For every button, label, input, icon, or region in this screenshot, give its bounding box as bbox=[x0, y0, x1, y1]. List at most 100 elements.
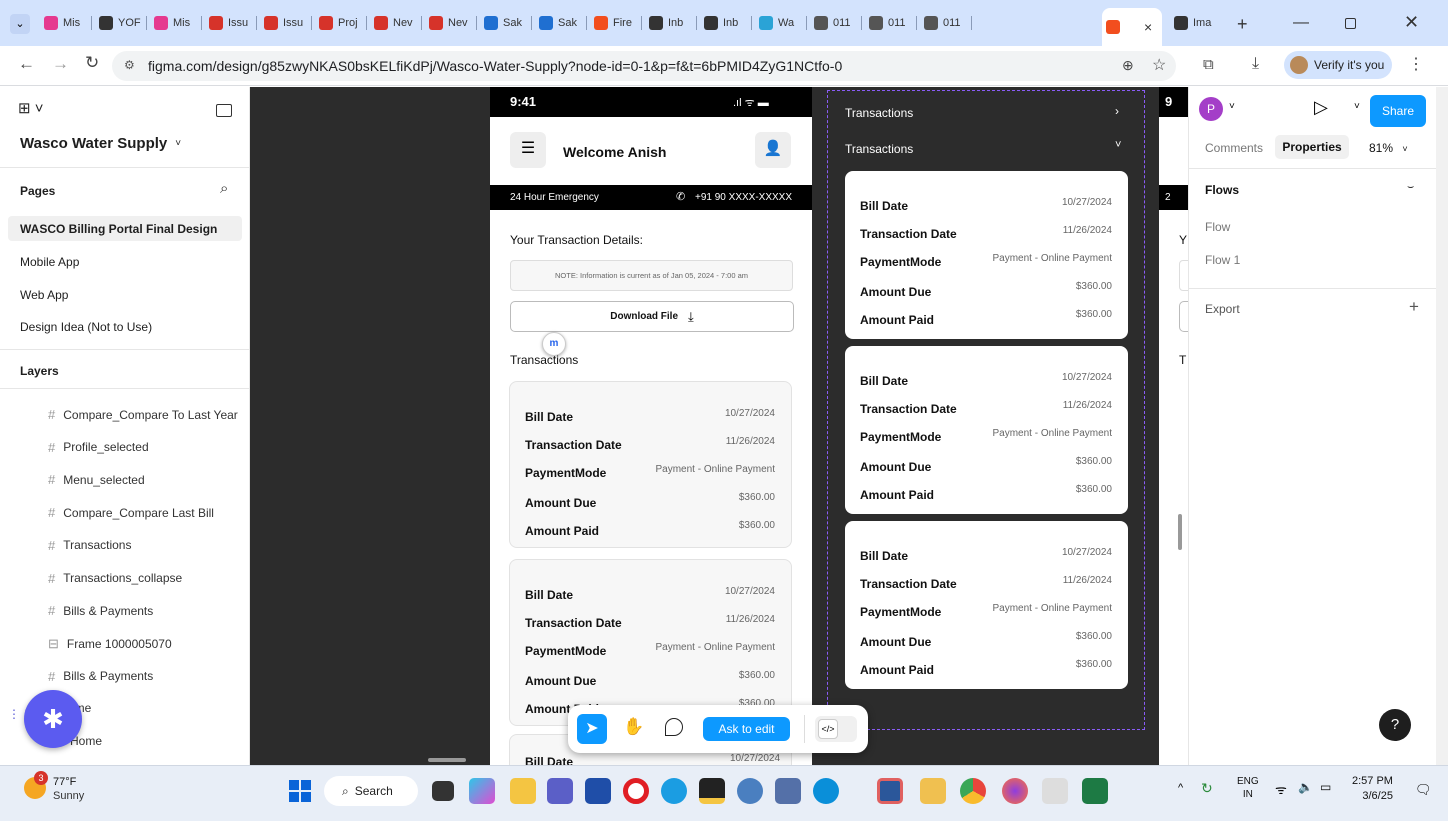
browser-tab[interactable]: Sak bbox=[480, 8, 532, 38]
add-export-icon[interactable]: + bbox=[1409, 297, 1419, 317]
zoom-level[interactable]: 81% ˅ bbox=[1369, 141, 1408, 155]
weather-temp[interactable]: 77°F bbox=[53, 776, 76, 788]
browser-tab[interactable]: Mis bbox=[150, 8, 202, 38]
browser-tab[interactable]: Nev bbox=[425, 8, 477, 38]
browser-tab[interactable]: Inb bbox=[645, 8, 697, 38]
forward-icon[interactable]: → bbox=[52, 54, 69, 74]
browser-tab[interactable]: Nev bbox=[370, 8, 422, 38]
browser-tab[interactable]: Wa bbox=[755, 8, 807, 38]
frame2-header-2[interactable]: Transactions ˅ bbox=[845, 139, 1125, 158]
paint-icon[interactable] bbox=[920, 778, 946, 804]
layer-item[interactable]: # Bills & Payments bbox=[48, 603, 153, 618]
browser-tab[interactable]: 011 bbox=[865, 8, 917, 38]
comment-tool-icon[interactable] bbox=[665, 718, 683, 736]
move-tool-button[interactable]: ➤ bbox=[577, 714, 607, 744]
layer-item[interactable]: # Compare_Compare Last Bill bbox=[48, 505, 214, 520]
chrome-icon[interactable] bbox=[960, 778, 986, 804]
restore-icon[interactable] bbox=[1345, 18, 1356, 29]
search-pages-icon[interactable]: ⌕ bbox=[220, 180, 228, 197]
file-explorer-icon[interactable] bbox=[510, 778, 536, 804]
verify-button[interactable]: Verify it's you bbox=[1284, 51, 1392, 79]
toggle-sidebar-icon[interactable] bbox=[216, 104, 232, 117]
page-item-web-app[interactable]: Web App bbox=[20, 288, 68, 302]
transaction-card[interactable]: Bill Date 10/27/2024 Transaction Date 11/26… bbox=[845, 171, 1128, 339]
layer-item[interactable]: # Transactions_collapse bbox=[48, 571, 182, 586]
address-bar[interactable]: ⚙ figma.com/design/g85zwyNKAS0bsKELfiKdP… bbox=[112, 51, 1176, 81]
ask-to-edit-button[interactable]: Ask to edit bbox=[703, 717, 790, 741]
layer-item[interactable]: # Bills & Payments bbox=[48, 669, 153, 684]
hand-tool-icon[interactable]: ✋ bbox=[623, 717, 644, 737]
browser-tab[interactable]: Issu bbox=[260, 8, 312, 38]
volume-muted-icon[interactable]: 🔈 bbox=[1298, 780, 1313, 794]
present-play-icon[interactable]: ▷ bbox=[1314, 97, 1328, 118]
opera-icon[interactable] bbox=[623, 778, 649, 804]
user-avatar[interactable]: P bbox=[1199, 97, 1223, 121]
page-item-wasco-billing[interactable]: WASCO Billing Portal Final Design bbox=[20, 222, 217, 236]
close-tab-icon[interactable]: × bbox=[1144, 19, 1152, 35]
plugin-badge-icon[interactable]: m bbox=[542, 332, 566, 356]
present-chevron-icon[interactable]: ˅ bbox=[1354, 101, 1360, 112]
frame2-header-1[interactable]: Transactions › bbox=[845, 104, 1125, 122]
transaction-card[interactable]: Bill Date 10/27/2024 Transaction Date 11/26… bbox=[845, 521, 1128, 689]
browser-tab[interactable]: Inb bbox=[700, 8, 752, 38]
flow-item-2[interactable]: Flow 1 bbox=[1205, 253, 1240, 267]
notifications-icon[interactable]: 🗨 bbox=[1415, 782, 1432, 798]
browser-tab[interactable]: Fire bbox=[590, 8, 642, 38]
skype-icon[interactable] bbox=[813, 778, 839, 804]
excel-icon[interactable] bbox=[1082, 778, 1108, 804]
help-button[interactable]: ? bbox=[1379, 709, 1411, 741]
clock[interactable]: 2:57 PM 3/6/25 bbox=[1352, 774, 1393, 804]
transaction-card[interactable]: Bill Date 10/27/2024 Transaction Date 11/26… bbox=[509, 381, 792, 548]
tab-comments[interactable]: Comments bbox=[1205, 141, 1263, 155]
tab-properties[interactable]: Properties bbox=[1275, 135, 1349, 159]
battery-icon[interactable]: ▭ bbox=[1320, 780, 1331, 794]
browser-tab[interactable]: Issu bbox=[205, 8, 257, 38]
transaction-card[interactable]: Bill Date 10/27/2024 Transaction Date 11/26… bbox=[845, 346, 1128, 514]
language-indicator[interactable]: ENG IN bbox=[1237, 775, 1259, 801]
word-icon[interactable] bbox=[877, 778, 903, 804]
close-window-icon[interactable]: ✕ bbox=[1404, 12, 1419, 33]
firefox-icon[interactable] bbox=[1002, 778, 1028, 804]
browser-tab[interactable]: Mis bbox=[40, 8, 92, 38]
file-name[interactable]: Wasco Water Supply ˅ bbox=[20, 135, 181, 152]
profile-button[interactable]: 👤 bbox=[755, 132, 791, 168]
layer-item[interactable]: # Profile_selected bbox=[48, 440, 149, 455]
reload-icon[interactable]: ↻ bbox=[85, 53, 99, 73]
calculator-icon[interactable] bbox=[775, 778, 801, 804]
teams-icon[interactable] bbox=[547, 778, 573, 804]
downloads-icon[interactable]: ⤓ bbox=[1252, 55, 1259, 73]
copilot-icon[interactable] bbox=[469, 778, 495, 804]
new-tab-button[interactable]: + bbox=[1237, 14, 1248, 35]
assistant-button[interactable]: ✱ bbox=[24, 690, 82, 748]
mobile-frame[interactable]: 9:41 .ıl ᯤ ▬ ☰ Welcome Anish 👤 24 Hour E… bbox=[490, 87, 812, 765]
menu-button[interactable]: ☰ bbox=[510, 132, 546, 168]
transaction-card[interactable]: Bill Date 10/27/2024 Transaction Date 11/26… bbox=[509, 559, 792, 726]
page-item-mobile-app[interactable]: Mobile App bbox=[20, 255, 79, 269]
minimize-icon[interactable]: — bbox=[1293, 14, 1309, 32]
task-view-icon[interactable] bbox=[432, 781, 454, 801]
figma-menu-icon[interactable]: ⊞ ˅ bbox=[18, 99, 44, 117]
browser-tab[interactable]: Proj bbox=[315, 8, 367, 38]
snipping-tool-icon[interactable] bbox=[1042, 778, 1068, 804]
browser-menu-icon[interactable]: ⋮ bbox=[1408, 54, 1424, 74]
partial-frame-3[interactable]: 9 2 Y T bbox=[1159, 87, 1188, 765]
store-icon[interactable] bbox=[585, 778, 611, 804]
emergency-phone[interactable]: +91 90 XXXX-XXXXX bbox=[695, 192, 792, 203]
layer-item[interactable]: ⊟ Frame 1000005070 bbox=[48, 636, 172, 652]
settings-icon[interactable] bbox=[737, 778, 763, 804]
app-icon-yellow[interactable] bbox=[699, 778, 725, 804]
bookmark-star-icon[interactable]: ☆ bbox=[1152, 55, 1166, 75]
download-file-button[interactable]: Download File ⤓ bbox=[510, 301, 794, 332]
site-info-icon[interactable]: ⚙ bbox=[124, 58, 135, 72]
layer-item[interactable]: # Transactions bbox=[48, 538, 131, 553]
layer-item[interactable]: # Menu_selected bbox=[48, 472, 145, 487]
browser-tab[interactable]: YOF bbox=[95, 8, 147, 38]
browser-tab[interactable]: 011 bbox=[920, 8, 972, 38]
extensions-icon[interactable]: ⧉ bbox=[1203, 56, 1214, 73]
wifi-icon[interactable]: ᯤ bbox=[1275, 780, 1287, 798]
chevron-down-icon[interactable]: ˅ bbox=[1229, 101, 1235, 112]
layer-item[interactable]: # Compare_Compare To Last Year bbox=[48, 407, 238, 422]
dev-mode-toggle[interactable]: </> bbox=[815, 716, 857, 742]
page-item-design-idea[interactable]: Design Idea (Not to Use) bbox=[20, 320, 152, 334]
hide-flows-icon[interactable]: ⌣ bbox=[1407, 181, 1414, 194]
